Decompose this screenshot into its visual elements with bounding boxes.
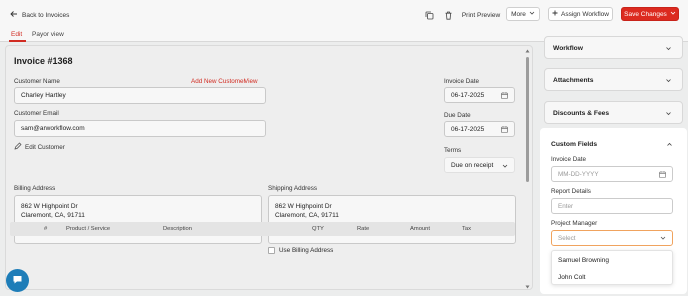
invoice-date-value: 06-17-2025 bbox=[451, 91, 485, 99]
tab-edit[interactable]: Edit bbox=[11, 31, 22, 38]
chevron-down-icon bbox=[529, 10, 535, 18]
assign-workflow-button[interactable]: Assign Workflow bbox=[548, 7, 613, 21]
option-john-colt[interactable]: John Colt bbox=[558, 274, 585, 281]
discounts-heading: Discounts & Fees bbox=[553, 110, 610, 117]
project-manager-select[interactable]: Select bbox=[551, 230, 673, 246]
use-billing-label: Use Billing Address bbox=[279, 247, 334, 254]
pencil-icon bbox=[14, 142, 22, 152]
tab-payor-view[interactable]: Payor view bbox=[32, 31, 64, 38]
view-customer-link[interactable]: View bbox=[244, 78, 258, 85]
main-scrollbar[interactable] bbox=[525, 49, 530, 289]
arrow-left-icon bbox=[10, 10, 18, 20]
project-manager-label: Project Manager bbox=[551, 220, 598, 227]
project-manager-dropdown: Samuel Browning John Colt bbox=[551, 250, 673, 285]
back-label: Back to Invoices bbox=[22, 11, 70, 19]
chevron-down-icon bbox=[502, 163, 508, 171]
line-items-header: # Product / Service Description QTY Rate… bbox=[10, 222, 515, 236]
terms-label: Terms bbox=[444, 147, 462, 154]
invoice-date-label: Invoice Date bbox=[444, 78, 480, 85]
option-samuel-browning[interactable]: Samuel Browning bbox=[558, 257, 609, 264]
terms-select[interactable]: Due on receipt bbox=[444, 157, 515, 173]
cf-invoice-date-label: Invoice Date bbox=[551, 156, 587, 163]
add-new-customer-link[interactable]: Add New Customer bbox=[191, 78, 246, 85]
chat-icon bbox=[12, 274, 23, 287]
col-description: Description bbox=[163, 226, 192, 232]
chevron-up-icon[interactable] bbox=[666, 141, 673, 150]
edit-customer-label: Edit Customer bbox=[25, 143, 65, 151]
print-preview-button[interactable]: Print Preview bbox=[459, 8, 503, 22]
report-details-input[interactable]: Enter bbox=[551, 198, 673, 214]
save-changes-label: Save Changes bbox=[624, 10, 667, 18]
terms-value: Due on receipt bbox=[451, 161, 494, 169]
scrollbar-thumb[interactable] bbox=[526, 57, 529, 182]
calendar-icon bbox=[501, 126, 508, 135]
assign-workflow-label: Assign Workflow bbox=[561, 10, 609, 18]
customer-name-label: Customer Name bbox=[14, 78, 60, 85]
customer-email-field[interactable]: sam@arworkflow.com bbox=[14, 120, 266, 137]
more-label: More bbox=[511, 10, 526, 18]
save-changes-button[interactable]: Save Changes bbox=[621, 7, 679, 21]
col-qty: QTY bbox=[312, 226, 324, 232]
print-preview-label: Print Preview bbox=[461, 11, 501, 19]
plus-icon bbox=[552, 10, 558, 18]
cf-invoice-date-input[interactable]: MM-DD-YYYY bbox=[551, 166, 673, 182]
col-product: Product / Service bbox=[66, 226, 111, 232]
due-date-label: Due Date bbox=[444, 112, 471, 119]
chat-button[interactable] bbox=[6, 269, 29, 292]
shipping-address-field[interactable]: 862 W Highpoint Dr Claremont, CA, 91711 bbox=[268, 195, 516, 244]
more-button[interactable]: More bbox=[506, 7, 540, 21]
edit-customer-button[interactable]: Edit Customer bbox=[14, 142, 65, 152]
billing-line-1: 862 W Highpoint Dr bbox=[21, 203, 78, 210]
attachments-panel[interactable]: Attachments bbox=[544, 68, 683, 91]
chevron-down-icon bbox=[670, 10, 676, 18]
chevron-down-icon bbox=[660, 235, 666, 243]
due-date-value: 06-17-2025 bbox=[451, 125, 485, 133]
custom-fields-heading: Custom Fields bbox=[551, 141, 598, 148]
invoice-title: Invoice #1368 bbox=[14, 56, 73, 66]
billing-address-field[interactable]: 862 W Highpoint Dr Claremont, CA, 91711 bbox=[14, 195, 262, 244]
workflow-heading: Workflow bbox=[553, 45, 583, 52]
checkbox-box bbox=[268, 247, 275, 254]
cf-invoice-date-placeholder: MM-DD-YYYY bbox=[558, 170, 599, 178]
customer-email-label: Customer Email bbox=[14, 110, 59, 117]
discounts-fees-panel[interactable]: Discounts & Fees bbox=[544, 101, 683, 124]
calendar-icon bbox=[501, 92, 508, 101]
shipping-address-label: Shipping Address bbox=[268, 185, 318, 192]
report-details-label: Report Details bbox=[551, 188, 591, 195]
workflow-panel[interactable]: Workflow bbox=[544, 36, 683, 59]
attachments-heading: Attachments bbox=[553, 77, 594, 84]
col-amount: Amount bbox=[410, 226, 430, 232]
col-rate: Rate bbox=[357, 226, 370, 232]
active-tab-indicator bbox=[9, 40, 26, 42]
calendar-icon bbox=[659, 171, 666, 180]
trash-icon[interactable] bbox=[442, 9, 454, 21]
col-tax: Tax bbox=[462, 226, 472, 232]
shipping-line-2: Claremont, CA, 91711 bbox=[275, 212, 339, 219]
billing-address-label: Billing Address bbox=[14, 185, 56, 192]
use-billing-address-checkbox[interactable]: Use Billing Address bbox=[268, 247, 333, 254]
invoice-date-field[interactable]: 06-17-2025 bbox=[444, 87, 515, 103]
chevron-down-icon bbox=[665, 110, 672, 117]
chevron-down-icon bbox=[665, 45, 672, 52]
col-number: # bbox=[44, 226, 48, 232]
report-details-placeholder: Enter bbox=[558, 202, 574, 210]
copy-icon[interactable] bbox=[423, 9, 435, 21]
billing-line-2: Claremont, CA, 91711 bbox=[21, 212, 85, 219]
chevron-down-icon bbox=[665, 77, 672, 84]
shipping-line-1: 862 W Highpoint Dr bbox=[275, 203, 332, 210]
customer-name-field[interactable]: Charley Hartley bbox=[14, 87, 266, 104]
project-manager-placeholder: Select bbox=[558, 234, 576, 242]
back-to-invoices-link[interactable]: Back to Invoices bbox=[10, 10, 69, 20]
due-date-field[interactable]: 06-17-2025 bbox=[444, 121, 515, 137]
